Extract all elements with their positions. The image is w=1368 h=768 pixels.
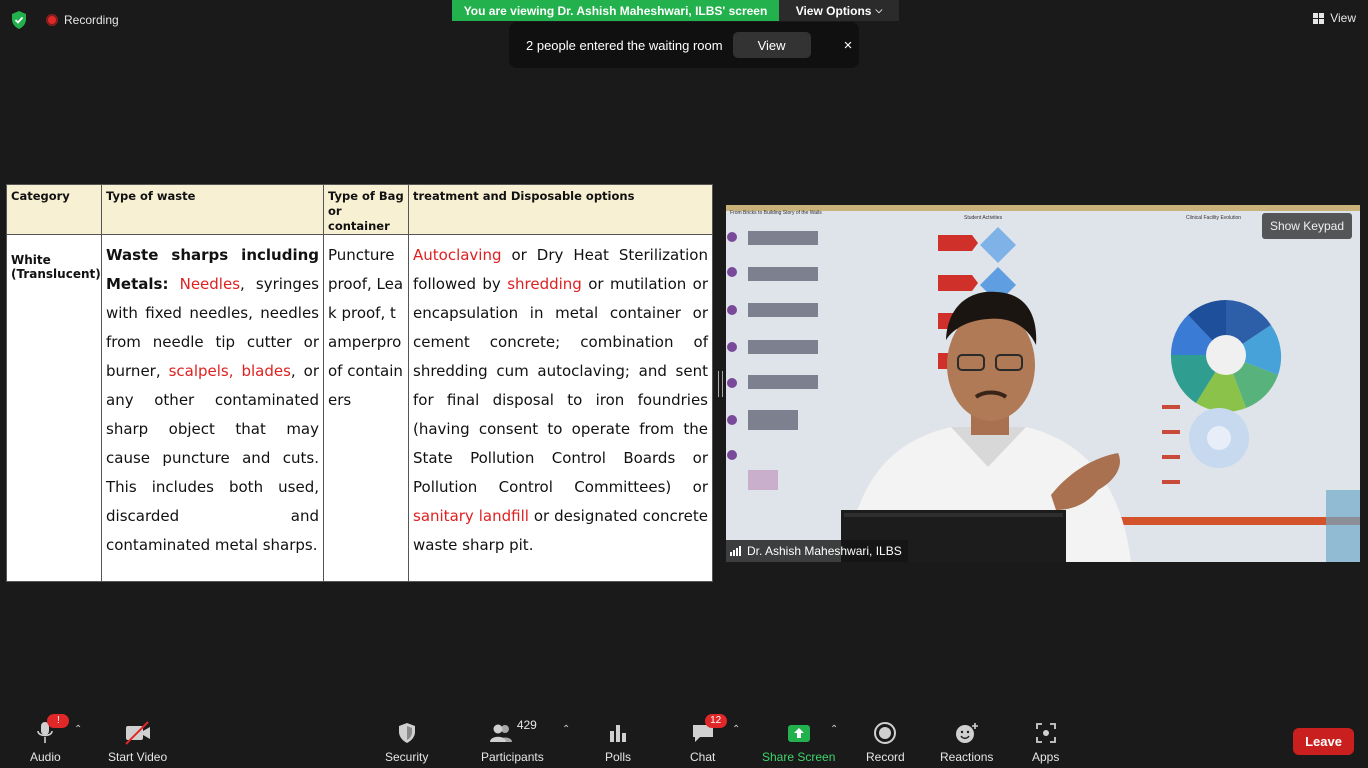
start-video-button[interactable]: Start Video: [108, 720, 167, 764]
header-category: Category: [6, 184, 102, 235]
container-cell: Puncture proof, Leak proof, tamperpro of…: [323, 234, 409, 582]
reactions-button[interactable]: Reactions: [940, 720, 993, 764]
grid-view-icon: [1313, 12, 1325, 24]
meeting-status: Recording: [10, 10, 119, 30]
table-row: White (Translucent) Waste sharps includi…: [6, 234, 713, 582]
speaker-video-tile[interactable]: From Bricks to Building Story of the Wal…: [726, 205, 1360, 562]
scalpels-text: scalpels, blades: [168, 362, 291, 380]
poster-title-middle: Student Activities: [964, 215, 1003, 221]
audio-options-caret-icon[interactable]: ⌃: [74, 724, 82, 735]
polls-chart-icon: [610, 725, 626, 742]
landfill-text: sanitary landfill: [413, 507, 529, 525]
participants-button[interactable]: 429 Participants: [481, 718, 544, 764]
audio-button[interactable]: ! Audio: [30, 714, 70, 764]
waste-category-table: Category Type of waste Type of Bag or co…: [6, 184, 713, 582]
video-camera-off-icon: [124, 721, 150, 745]
close-icon[interactable]: ×: [844, 37, 853, 54]
header-type-of-waste: Type of waste: [101, 184, 324, 235]
chat-label: Chat: [690, 750, 716, 764]
speaker-video-image: From Bricks to Building Story of the Wal…: [726, 205, 1360, 562]
view-layout-button[interactable]: View: [1313, 11, 1356, 25]
apps-button[interactable]: Apps: [1032, 720, 1059, 764]
security-label: Security: [385, 750, 429, 764]
share-screen-icon: [787, 724, 810, 742]
shared-screen: Category Type of waste Type of Bag or co…: [6, 184, 713, 582]
waste-text-2: , or any other contaminated sharp object…: [106, 362, 319, 554]
encryption-shield-icon[interactable]: [10, 10, 28, 30]
audio-label: Audio: [30, 750, 61, 764]
chevron-down-icon: ⌵: [875, 5, 883, 15]
shredding-text: shredding: [507, 275, 582, 293]
security-shield-icon: [398, 723, 415, 743]
poster-title-right: Clinical Facility Evolution: [1186, 215, 1241, 221]
chat-button[interactable]: 12 Chat: [690, 714, 727, 764]
record-label: Record: [866, 750, 905, 764]
autoclaving-text: Autoclaving: [413, 246, 502, 264]
category-cell: White (Translucent): [6, 234, 102, 582]
table-header-row: Category Type of waste Type of Bag or co…: [6, 184, 713, 235]
recording-indicator[interactable]: Recording: [46, 13, 119, 27]
participant-name: Dr. Ashish Maheshwari, ILBS: [747, 544, 902, 558]
share-screen-label: Share Screen: [762, 750, 836, 764]
split-resize-handle[interactable]: [718, 371, 723, 397]
participants-count: 429: [516, 718, 537, 732]
needles-text: Needles: [179, 275, 241, 293]
leave-button[interactable]: Leave: [1293, 728, 1354, 755]
record-icon: [874, 722, 897, 744]
record-button[interactable]: Record: [866, 720, 905, 764]
waiting-room-notification: 2 people entered the waiting room View ×: [509, 22, 859, 68]
recording-label: Recording: [64, 13, 119, 27]
apps-icon: [1035, 723, 1056, 743]
reactions-label: Reactions: [940, 750, 994, 764]
apps-label: Apps: [1032, 750, 1060, 764]
view-layout-label: View: [1330, 11, 1356, 25]
header-treatment: treatment and Disposable options: [408, 184, 713, 235]
show-keypad-button[interactable]: Show Keypad: [1261, 213, 1352, 239]
waiting-room-view-button[interactable]: View: [732, 32, 811, 58]
chat-unread-badge: 12: [704, 714, 727, 728]
viewing-screen-banner: You are viewing Dr. Ashish Maheshwari, I…: [452, 0, 779, 21]
treatment-text-2: or mutilation or encapsulation in metal …: [413, 275, 708, 496]
security-button[interactable]: Security: [385, 720, 428, 764]
header-bag-container: Type of Bag or container: [323, 184, 409, 235]
audio-alert-badge: !: [47, 714, 70, 728]
participants-label: Participants: [481, 750, 544, 764]
treatment-cell: Autoclaving or Dry Heat Sterilization fo…: [408, 234, 713, 582]
start-video-label: Start Video: [108, 750, 168, 764]
recording-dot-icon: [46, 14, 58, 26]
share-screen-button[interactable]: Share Screen: [762, 720, 835, 764]
share-options-caret-icon[interactable]: ⌃: [830, 724, 838, 735]
participants-options-caret-icon[interactable]: ⌃: [562, 724, 570, 735]
participant-nametag: Dr. Ashish Maheshwari, ILBS: [726, 540, 908, 562]
participants-icon: [489, 724, 512, 742]
view-options-label: View Options: [795, 3, 872, 18]
reactions-smiley-icon: [955, 723, 978, 743]
waste-type-cell: Waste sharps including Metals: Needles, …: [101, 234, 324, 582]
waiting-room-message: 2 people entered the waiting room: [526, 37, 723, 53]
meeting-toolbar: ! Audio ⌃ Start Video Security 429 Parti…: [0, 712, 1368, 768]
polls-label: Polls: [605, 750, 632, 764]
poster-title-left: From Bricks to Building Story of the Wal…: [730, 210, 822, 216]
view-options-button[interactable]: View Options ⌵: [779, 0, 899, 21]
polls-button[interactable]: Polls: [605, 720, 631, 764]
chat-options-caret-icon[interactable]: ⌃: [732, 724, 740, 735]
signal-strength-icon: [730, 546, 741, 556]
